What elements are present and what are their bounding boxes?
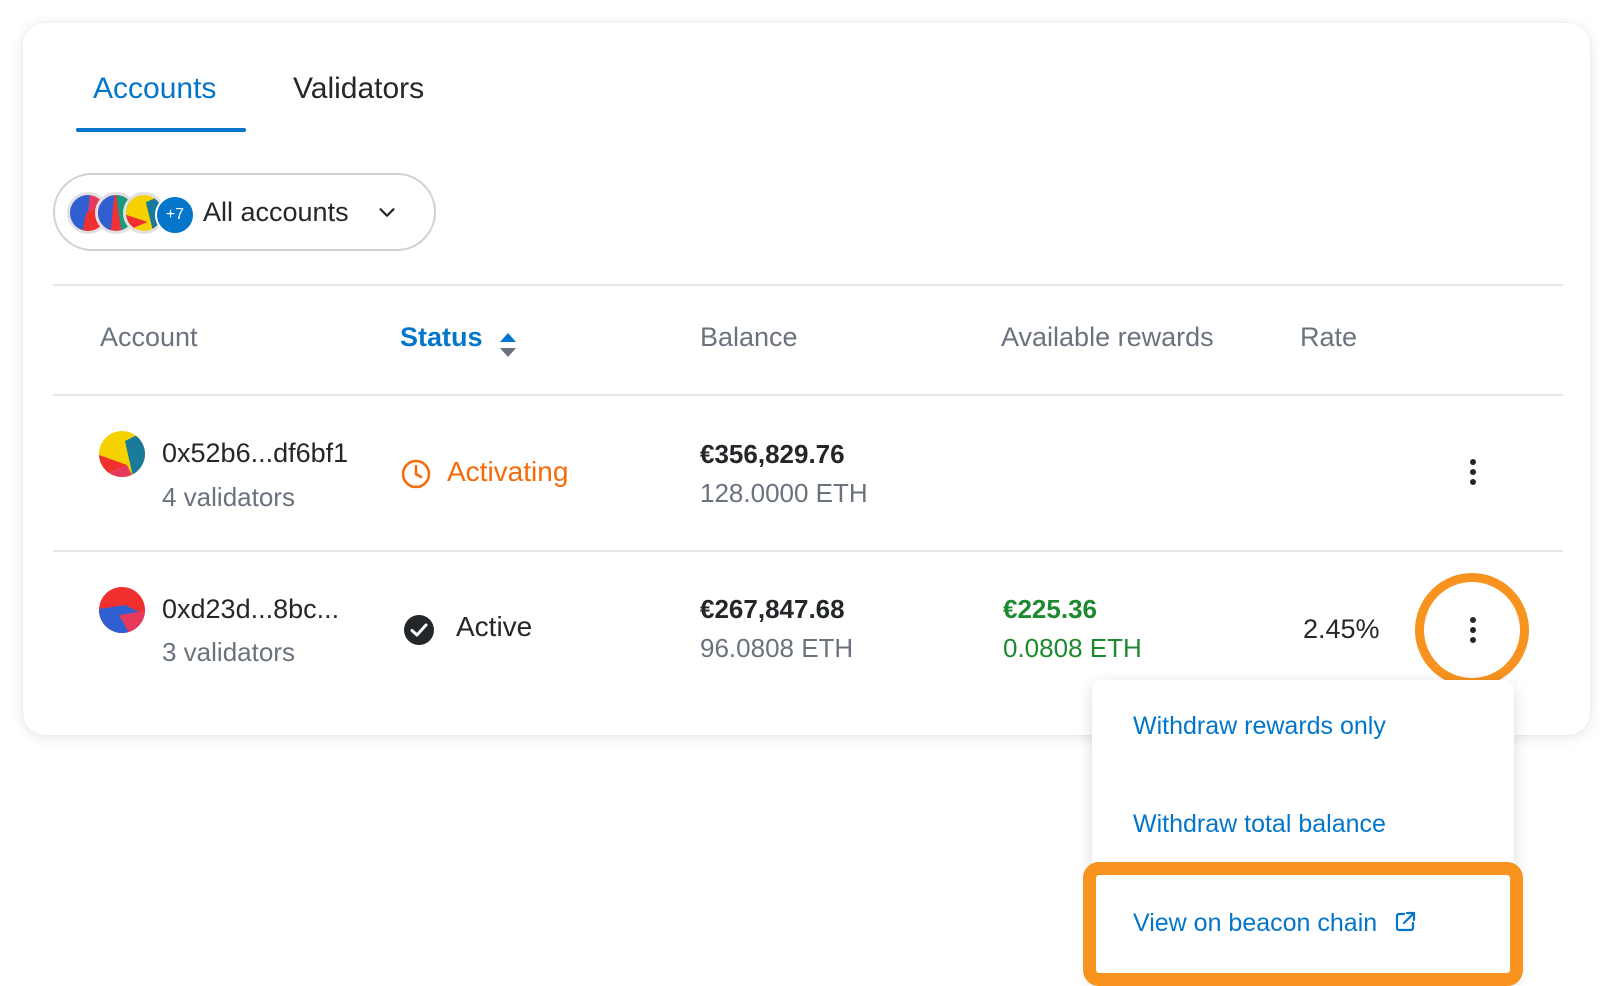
column-header-balance: Balance <box>700 322 798 352</box>
table-top-divider <box>53 284 1563 286</box>
rewards-eth: 0.0808 ETH <box>1003 633 1142 663</box>
highlight-box <box>1083 862 1523 986</box>
status-active: Active <box>456 611 533 642</box>
check-circle-icon <box>404 615 434 645</box>
reward-rate: 2.45% <box>1303 614 1380 644</box>
clock-icon <box>401 459 431 489</box>
menu-item-withdraw-rewards[interactable]: Withdraw rewards only <box>1133 712 1386 741</box>
menu-item-withdraw-total[interactable]: Withdraw total balance <box>1133 810 1386 839</box>
validator-count: 4 validators <box>162 482 295 512</box>
account-avatar <box>99 431 145 477</box>
column-header-rewards: Available rewards <box>1001 322 1214 352</box>
status-activating: Activating <box>447 456 569 487</box>
header-divider <box>53 394 1563 396</box>
row-divider <box>53 550 1563 552</box>
column-header-status[interactable]: Status <box>400 322 483 353</box>
column-header-rate: Rate <box>1300 322 1358 352</box>
tab-accounts[interactable]: Accounts <box>93 72 216 106</box>
account-avatar <box>99 587 145 633</box>
rewards-fiat: €225.36 <box>1003 594 1097 624</box>
account-selector[interactable]: +7 All accounts <box>53 173 436 251</box>
balance-eth: 96.0808 ETH <box>700 633 854 663</box>
account-selector-label: All accounts <box>203 197 349 227</box>
account-address: 0xd23d...8bc... <box>162 594 340 624</box>
account-avatar-stack: +7 <box>67 192 197 235</box>
validator-count: 3 validators <box>162 637 295 667</box>
chevron-down-icon <box>379 208 395 217</box>
column-header-account: Account <box>100 322 198 352</box>
account-address: 0x52b6...df6bf1 <box>162 438 349 468</box>
active-tab-indicator <box>76 128 246 132</box>
row-menu-button[interactable] <box>1458 452 1488 492</box>
balance-eth: 128.0000 ETH <box>700 478 868 508</box>
balance-fiat: €356,829.76 <box>700 439 845 469</box>
highlight-circle <box>1415 573 1529 687</box>
more-accounts-badge: +7 <box>155 195 195 235</box>
sort-icon[interactable] <box>498 330 518 360</box>
balance-fiat: €267,847.68 <box>700 594 845 624</box>
tab-validators[interactable]: Validators <box>293 72 424 106</box>
